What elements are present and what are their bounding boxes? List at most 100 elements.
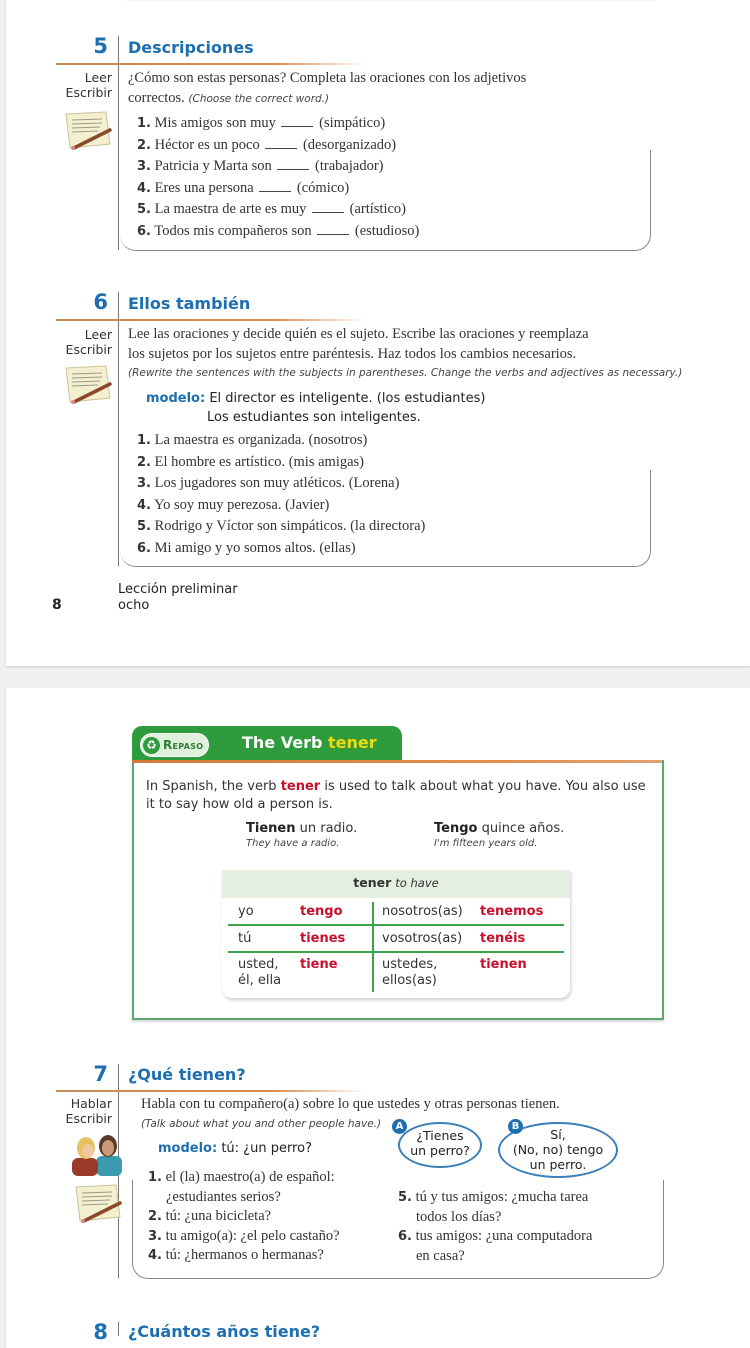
text: tener [353,875,392,890]
list-item: 1. La maestra es organizada. (nosotros) [137,430,425,452]
text: tener [328,733,377,752]
text: usted, él, ella [238,957,282,988]
page-footer: Lección preliminar ocho [118,582,238,614]
writing-paper-icon [72,1183,124,1225]
activity-title: Ellos también [128,294,251,313]
text: 1. [137,433,151,448]
modelo-example: modelo: tú: ¿un perro? [158,1139,312,1158]
repaso-explanation: In Spanish, the verb tener is used to ta… [146,778,646,814]
page-word: ocho [118,598,150,613]
text: El director es inteligente. (los estudia… [209,391,486,406]
text: ¿Cómo son estas personas? Completa las o… [128,70,527,86]
activity-box-frame [132,1180,664,1279]
repaso-title: The Verb tener [242,733,377,752]
text: modelo: [146,391,206,406]
instructions: Habla con tu compañero(a) sobre lo que u… [141,1094,560,1134]
text: nosotros(as) [382,904,463,919]
text: tengo [300,904,343,919]
skill-labels: Leer Escribir [44,327,112,357]
students-talking-icon [70,1130,126,1176]
activity-title: ¿Cuántos años tiene? [128,1322,321,1341]
repaso-header: ♻ Repaso The Verb tener [132,726,402,762]
text: ustedes, ellos(as) [382,957,438,988]
text: tenéis [480,931,526,946]
activity-number: 8 [93,1320,108,1344]
skill-labels: Hablar Escribir [44,1096,112,1126]
text: tú [238,931,252,946]
text: tú: ¿un perro? [221,1141,312,1156]
title-underline [56,319,366,321]
text: Habla con tu compañero(a) sobre lo que u… [141,1096,560,1112]
modelo-example: modelo: El director es inteligente. (los… [146,389,485,427]
text: Lee las oraciones y decide quién es el s… [128,326,589,342]
answer-blank[interactable] [281,126,314,127]
skill-escribir: Escribir [65,1111,112,1126]
activity-number: 7 [93,1062,108,1086]
activity-number: 5 [93,34,108,58]
skill-escribir: Escribir [65,85,112,100]
skill-leer: Leer [84,70,112,85]
recycle-icon: ♻ [143,736,160,754]
list-item: 1. Mis amigos son muy (simpático) [137,113,419,135]
text: 1. [137,116,151,131]
skill-leer: Leer [84,327,112,342]
text: 2. [137,454,151,470]
activity-title: Descripciones [128,38,254,57]
text: (Choose the correct word.) [188,93,330,105]
skill-hablar: Hablar [70,1096,112,1111]
text: quince años. [481,821,565,836]
text: I'm fifteen years old. [434,838,538,849]
activity-divider [118,36,119,250]
text: La maestra es organizada. (nosotros) [154,432,368,448]
answer-blank[interactable] [265,147,298,149]
speech-bubble-a: ¿Tienes un perro? [398,1122,482,1168]
activity-number: 6 [93,290,108,314]
text: Tienen [246,821,296,836]
activity-box-frame [120,470,651,567]
text: Tengo [434,821,478,836]
activity-divider [118,292,119,566]
text: correctos. [128,90,185,106]
title-underline [56,1090,366,1092]
text: tienes [300,931,346,946]
text: Repaso [163,738,204,752]
example-sentence: Tengo quince años. I'm fifteen years old… [434,821,564,849]
badge-a: A [392,1119,407,1134]
repaso-underline [132,760,662,763]
text: The Verb [242,733,323,752]
text: tienen [480,957,527,972]
badge-b: B [508,1119,523,1134]
skill-escribir: Escribir [65,342,112,357]
text: los sujetos por los sujetos entre parént… [128,346,577,362]
text: ¿Tienes [416,1128,464,1143]
instructions: Lee las oraciones y decide quién es el s… [128,324,682,382]
text: They have a radio. [246,838,340,849]
text: (simpático) [319,115,386,131]
text: (Talk about what you and other people ha… [141,1118,382,1130]
text: tiene [300,957,338,972]
writing-paper-icon [62,110,114,152]
table-divider [372,902,374,992]
text: modelo: [158,1141,218,1156]
conjugation-table: tener to have yo tengo nosotros(as) tenem… [222,870,570,998]
title-underline [56,63,366,65]
text: In Spanish, the verb [146,779,277,794]
text: (No, no) tengo [512,1142,604,1157]
text: to have [395,876,439,890]
text: (Rewrite the sentences with the subjects… [128,367,683,379]
text: El hombre es artístico. (mis amigas) [154,453,365,470]
repaso-badge: ♻ Repaso [140,733,210,757]
activity-box-frame [120,150,651,251]
instructions: ¿Cómo son estas personas? Completa las o… [128,68,526,109]
lesson-name: Lección preliminar [118,582,238,597]
skill-labels: Leer Escribir [44,70,112,100]
table-header: tener to have [222,870,570,899]
page-number: 8 [52,597,62,613]
text: Mis amigos son muy [154,115,276,131]
writing-paper-icon [62,364,114,406]
text: vosotros(as) [382,931,463,946]
text: tener [280,779,321,794]
text: yo [238,904,254,919]
text: Los estudiantes son inteligentes. [207,410,421,425]
text: tenemos [480,904,544,919]
